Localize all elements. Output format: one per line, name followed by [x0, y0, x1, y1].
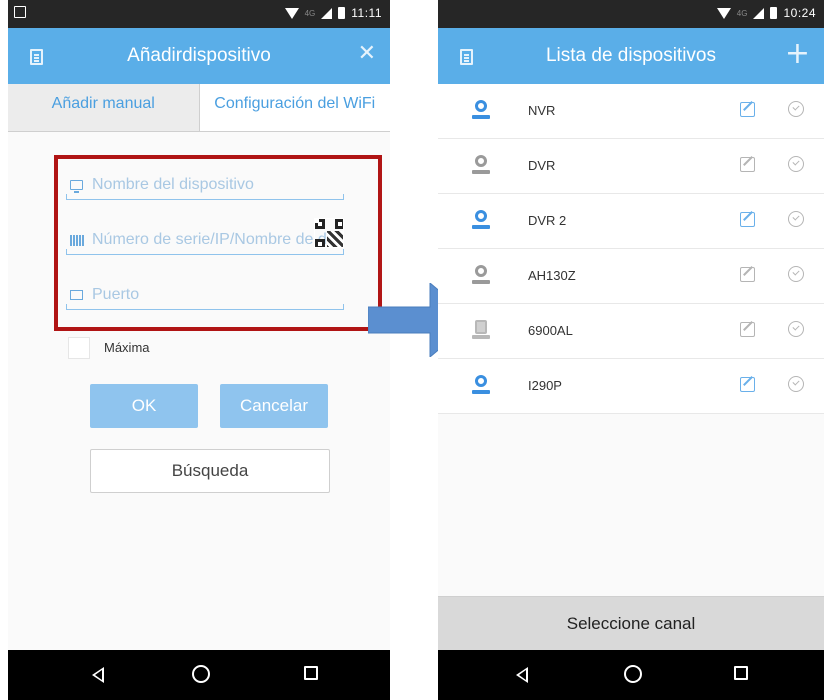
check-circle-icon[interactable]	[788, 266, 804, 282]
android-nav-bar	[8, 650, 390, 700]
camera-icon	[472, 210, 490, 232]
select-channel-button[interactable]: Seleccione canal	[438, 596, 824, 650]
battery-icon	[338, 7, 346, 19]
edit-icon[interactable]	[740, 102, 755, 117]
right-phone-screen: 4G 10:24 Lista de dispositivos + NVR DVR…	[438, 0, 824, 700]
camera-icon	[472, 155, 490, 177]
back-icon[interactable]	[516, 667, 528, 683]
device-name: NVR	[528, 103, 556, 118]
dvr-icon	[472, 320, 490, 342]
check-circle-icon[interactable]	[788, 321, 804, 337]
status-time: 10:24	[783, 6, 816, 20]
ok-button[interactable]: OK	[90, 384, 198, 428]
add-device-icon[interactable]: +	[785, 36, 810, 71]
edit-icon[interactable]	[740, 212, 755, 227]
check-circle-icon[interactable]	[788, 211, 804, 227]
home-icon[interactable]	[624, 665, 642, 683]
device-row-6900al[interactable]: 6900AL	[438, 304, 824, 359]
device-row-nvr[interactable]: NVR	[438, 84, 824, 139]
cancel-button[interactable]: Cancelar	[220, 384, 328, 428]
wifi-icon	[716, 7, 731, 19]
check-circle-icon[interactable]	[788, 101, 804, 117]
signal-icon	[321, 7, 333, 19]
device-row-ah130z[interactable]: AH130Z	[438, 249, 824, 304]
close-icon[interactable]: ✕	[358, 41, 376, 66]
max-checkbox[interactable]	[68, 337, 90, 359]
page-title: Añadirdispositivo	[127, 45, 271, 66]
title-bar: Añadirdispositivo ✕	[8, 28, 390, 84]
tab-wifi-config[interactable]: Configuración del WiFi	[199, 84, 390, 131]
network-type: 4G	[304, 8, 316, 18]
tab-bar: Añadir manual Configuración del WiFi	[8, 84, 390, 132]
device-list: NVR DVR DVR 2 AH130Z 6900AL I290P	[438, 84, 824, 414]
recent-apps-icon[interactable]	[734, 666, 748, 680]
tab-add-manual[interactable]: Añadir manual	[8, 84, 200, 131]
back-icon[interactable]	[92, 667, 104, 683]
recent-apps-icon[interactable]	[304, 666, 318, 680]
signal-icon	[753, 7, 765, 19]
status-bar: 4G 10:24	[438, 0, 824, 28]
edit-icon[interactable]	[740, 157, 755, 172]
edit-icon[interactable]	[740, 267, 755, 282]
camera-icon	[472, 375, 490, 397]
home-icon[interactable]	[192, 665, 210, 683]
title-bar: Lista de dispositivos +	[438, 28, 824, 84]
device-name: I290P	[528, 378, 562, 393]
camera-icon	[472, 100, 490, 122]
battery-icon	[770, 7, 778, 19]
edit-icon[interactable]	[740, 377, 755, 392]
android-nav-bar	[438, 650, 824, 700]
highlight-box	[54, 155, 382, 331]
edit-icon[interactable]	[740, 322, 755, 337]
search-button[interactable]: Búsqueda	[90, 449, 330, 493]
status-bar: 4G 11:11	[8, 0, 390, 28]
device-name: DVR	[528, 158, 556, 173]
device-row-i290p[interactable]: I290P	[438, 359, 824, 414]
page-title: Lista de dispositivos	[545, 45, 717, 66]
wifi-icon	[284, 7, 299, 19]
device-name: AH130Z	[528, 268, 576, 283]
device-row-dvr2[interactable]: DVR 2	[438, 194, 824, 249]
device-name: 6900AL	[528, 323, 573, 338]
check-circle-icon[interactable]	[788, 376, 804, 392]
camera-icon	[472, 265, 490, 287]
notification-icon	[14, 6, 26, 18]
left-phone-screen: 4G 11:11 Añadirdispositivo ✕ Añadir manu…	[8, 0, 390, 700]
device-row-dvr[interactable]: DVR	[438, 139, 824, 194]
max-checkbox-label: Máxima	[104, 340, 150, 355]
device-name: DVR 2	[528, 213, 567, 228]
network-type: 4G	[736, 8, 748, 18]
status-time: 11:11	[351, 6, 382, 20]
check-circle-icon[interactable]	[788, 156, 804, 172]
